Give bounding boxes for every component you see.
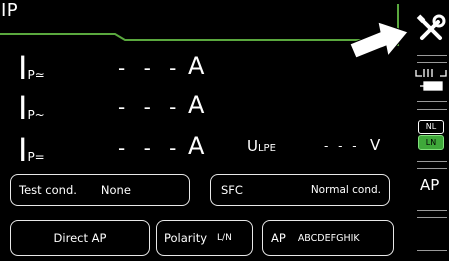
tools-icon[interactable]: [414, 12, 448, 46]
ip-dc-symbol: IP=: [18, 131, 45, 169]
ap-label: AP: [271, 231, 286, 245]
ip-ac-dc-unit: A: [188, 52, 205, 80]
polarity-value: L/N: [217, 233, 232, 243]
test-cond-label: Test cond.: [19, 183, 77, 197]
ap-button[interactable]: AP ABCDEFGHIK: [262, 220, 394, 256]
direct-ap-button[interactable]: Direct AP: [10, 220, 150, 256]
ip-ac-unit: A: [188, 91, 205, 119]
test-cond-value: None: [100, 183, 131, 197]
sfc-value: Normal cond.: [310, 184, 381, 196]
ap-value: ABCDEFGHIK: [297, 232, 360, 244]
ip-dc-unit: A: [188, 132, 205, 160]
sidebar-ap-label[interactable]: AP: [420, 176, 439, 194]
nl-indicator[interactable]: NL: [418, 120, 444, 134]
ip-ac-symbol: IP~: [18, 89, 45, 127]
sfc-label: SFC: [221, 183, 243, 197]
polarity-label: Polarity: [164, 231, 208, 245]
ip-ac-dc-value: - - -: [118, 56, 183, 80]
ip-ac-value: - - -: [118, 95, 183, 119]
connector-icon[interactable]: [414, 66, 448, 98]
direct-ap-label: Direct AP: [53, 231, 107, 245]
test-cond-button[interactable]: Test cond. None: [10, 174, 190, 206]
ln-indicator[interactable]: LN: [418, 135, 444, 150]
ip-ac-dc-symbol: IP≃: [18, 49, 45, 87]
pointer-arrow-icon: [349, 21, 409, 59]
ulpe-value: - - -: [324, 139, 360, 153]
ulpe-symbol: ULPE: [247, 137, 276, 155]
sfc-button[interactable]: SFC Normal cond.: [210, 174, 390, 206]
ulpe-unit: V: [370, 136, 381, 154]
polarity-button[interactable]: Polarity L/N: [156, 220, 253, 256]
ip-dc-value: - - -: [118, 136, 183, 160]
